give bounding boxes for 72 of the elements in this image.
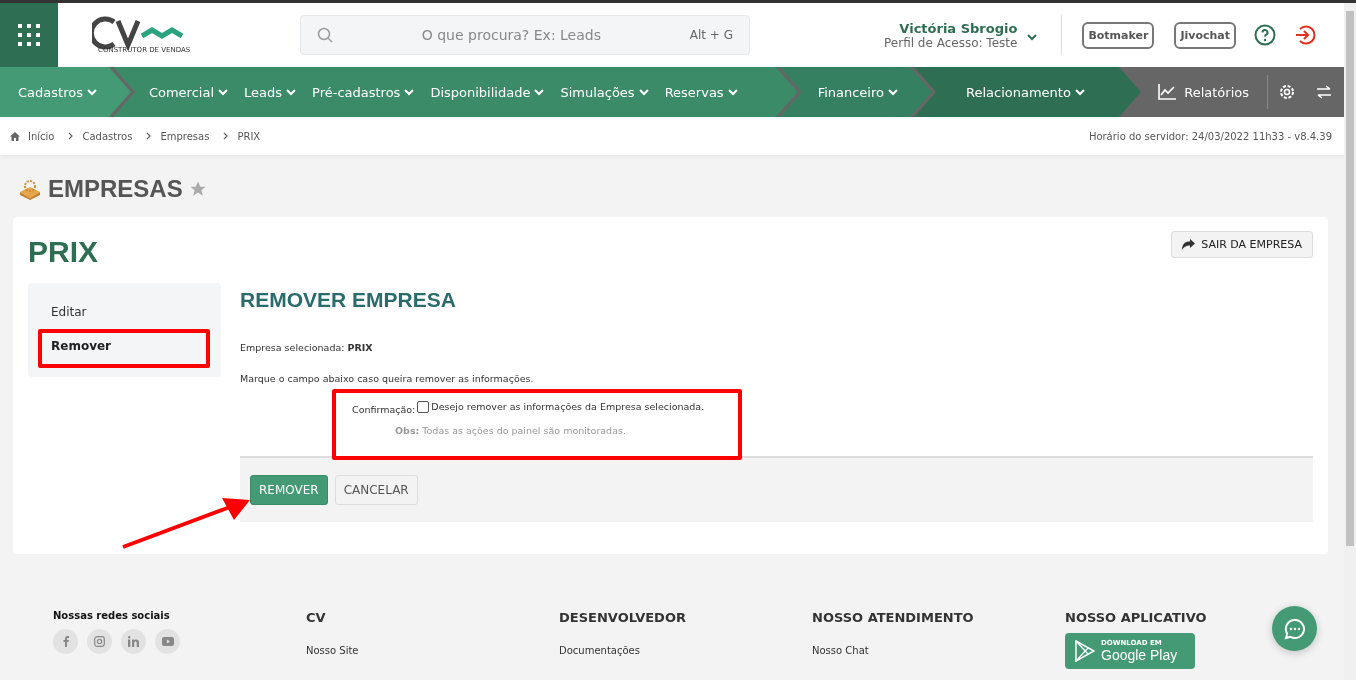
breadcrumb-link[interactable]: Empresas (160, 130, 210, 142)
footer-heading: NOSSO APLICATIVO (1065, 610, 1208, 625)
user-profile: Perfil de Acesso: Teste (884, 35, 1018, 50)
box-gear-icon (18, 177, 42, 201)
footer-heading: NOSSO ATENDIMENTO (812, 610, 975, 625)
search-field[interactable]: O que procura? Ex: Leads Alt + G (300, 15, 750, 55)
chevron-down-icon (1027, 33, 1038, 41)
facebook-icon[interactable] (53, 629, 78, 654)
grid-icon (17, 23, 41, 47)
search-input[interactable]: O que procura? Ex: Leads (343, 26, 680, 44)
footer-heading: Nossas redes sociais (53, 610, 171, 621)
section-title: REMOVER EMPRESA (240, 288, 457, 312)
line-chart-icon (1158, 84, 1177, 100)
linkedin-icon[interactable] (121, 629, 146, 654)
help-icon[interactable] (1254, 24, 1276, 46)
chevron-down-icon (404, 88, 415, 96)
swap-arrows-icon[interactable] (1316, 85, 1332, 99)
user-name: Victória Sbrogio (898, 20, 1018, 36)
footer-heading: CV (306, 610, 327, 625)
search-icon (317, 27, 333, 43)
footer-link[interactable]: Nosso Chat (812, 645, 1065, 656)
chevron-down-icon (888, 88, 898, 96)
chevron-right-icon (68, 132, 75, 140)
chat-bubble-icon (1283, 617, 1306, 640)
apps-menu-button[interactable] (0, 3, 58, 67)
cancel-button[interactable]: CANCELAR (334, 475, 418, 505)
chat-button[interactable] (1272, 606, 1317, 651)
nav-menu-item[interactable]: Simulações (560, 84, 649, 100)
chevron-down-icon (218, 88, 228, 96)
checkbox-label[interactable]: Desejo remover as informações da Empresa selecionada. (431, 401, 705, 412)
company-title: PRIX (28, 235, 99, 269)
nav-menu-item[interactable]: Leads (244, 84, 297, 100)
exit-company-button[interactable]: SAIR DA EMPRESA (1171, 231, 1313, 258)
side-menu-item[interactable]: Remover (28, 329, 134, 363)
home-icon (10, 131, 20, 141)
chevron-down-icon (638, 88, 649, 96)
chevron-right-icon (146, 132, 153, 140)
server-time: Horário do servidor: 24/03/2022 11h33 - v8.4.39 (1088, 130, 1333, 142)
chevron-down-icon (534, 88, 545, 96)
youtube-icon[interactable] (155, 629, 180, 654)
nav-menu-item[interactable]: Relacionamento (966, 84, 1085, 100)
nav-menu-item[interactable]: Pré-cadastros (312, 84, 415, 100)
breadcrumb-link[interactable]: Cadastros (82, 130, 133, 142)
page-title: EMPRESAS (48, 175, 183, 203)
shortcut-hint: Alt + G (689, 28, 733, 42)
chevron-down-icon (86, 88, 97, 96)
side-menu-item[interactable]: Editar (28, 295, 110, 329)
nav-menu-item[interactable]: Comercial (148, 84, 228, 100)
note-text: Obs: Todas as ações do painel são monitoradas. (395, 425, 627, 436)
reports-link[interactable]: Relatórios (1140, 75, 1268, 109)
instagram-icon[interactable] (87, 629, 112, 654)
selected-company-text: Empresa selecionada: PRIX (240, 342, 374, 353)
confirmation-label: Confirmação: (352, 404, 416, 415)
chevron-down-icon (286, 88, 297, 96)
nav-menu-item[interactable]: Financeiro (817, 84, 898, 100)
instruction-text: Marque o campo abaixo caso queira remover as informações. (240, 373, 535, 384)
chevron-right-icon (223, 132, 230, 140)
scrollbar-thumb[interactable] (1346, 11, 1354, 546)
chevron-down-icon (1074, 88, 1085, 96)
share-arrow-icon (1182, 239, 1196, 250)
chevron-down-icon (727, 88, 738, 96)
nav-menu-item[interactable]: Reservas (664, 84, 738, 100)
footer-heading: DESENVOLVEDOR (559, 610, 687, 625)
breadcrumb-link[interactable]: Início (28, 130, 55, 142)
logout-icon[interactable] (1294, 24, 1316, 46)
star-icon[interactable] (188, 180, 207, 198)
header-button[interactable]: Botmaker (1082, 21, 1155, 49)
header-button[interactable]: Jivochat (1174, 21, 1236, 49)
nav-menu-item[interactable]: Disponibilidade (430, 84, 545, 100)
footer-link[interactable]: Nosso Site (306, 645, 559, 656)
checkbox[interactable] (417, 400, 430, 413)
footer-link[interactable]: Documentações (559, 645, 812, 656)
